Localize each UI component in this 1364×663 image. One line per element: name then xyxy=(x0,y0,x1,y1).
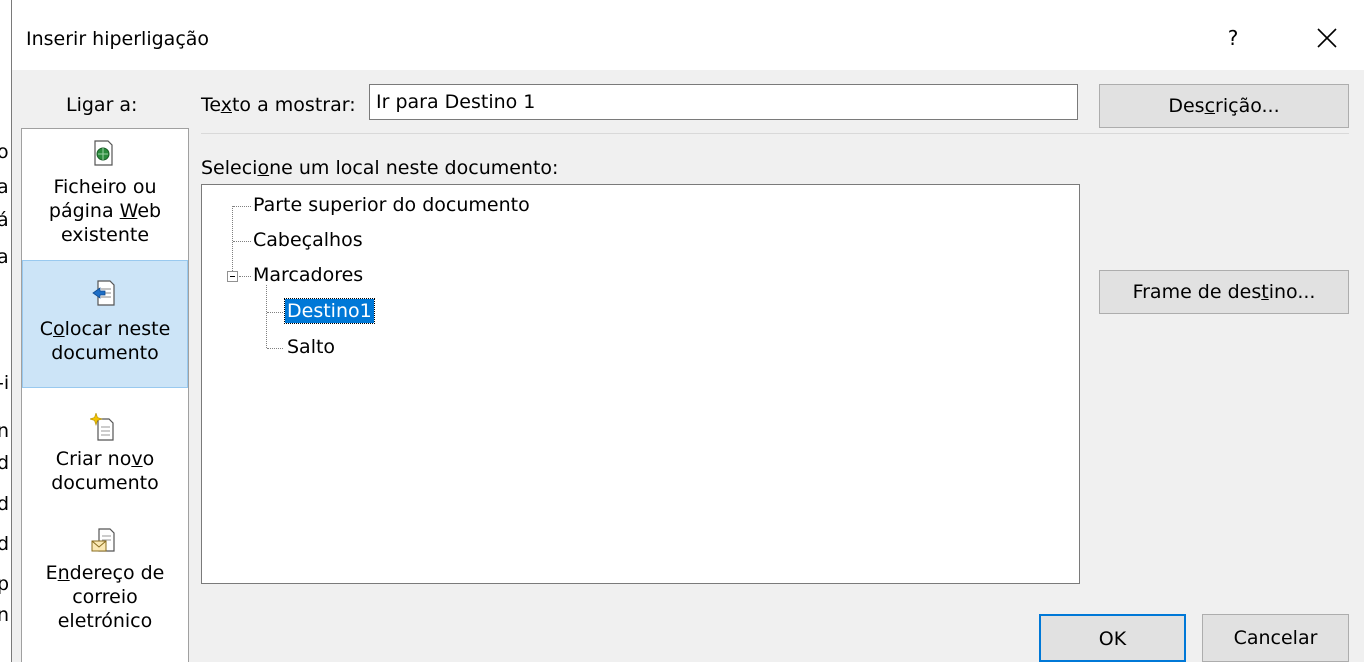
target-frame-button[interactable]: Frame de destino... xyxy=(1099,270,1349,314)
tree-item-bookmark-salto[interactable]: Salto xyxy=(287,335,335,359)
separator-line xyxy=(201,133,1349,134)
background-text: o xyxy=(0,141,9,163)
screentip-description-button[interactable]: Descrição... xyxy=(1099,84,1349,128)
text-to-display-input[interactable]: Ir para Destino 1 xyxy=(369,84,1078,120)
background-text: á xyxy=(0,209,9,231)
nav-place-in-this-document[interactable]: Colocar neste documento xyxy=(22,260,188,388)
background-text: n xyxy=(0,420,10,442)
place-in-document-icon xyxy=(92,280,115,306)
tree-connector xyxy=(267,312,283,313)
nav-label-line: correio xyxy=(72,586,138,608)
tree-item-top-of-document[interactable]: Parte superior do documento xyxy=(253,193,530,217)
background-text: p xyxy=(0,573,10,595)
nav-email-address[interactable]: Endereço de correio eletrónico xyxy=(22,521,188,663)
link-to-label: Ligar a: xyxy=(66,94,138,116)
tree-connector xyxy=(233,241,251,242)
link-to-panel: Ficheiro ou página Web existente Colocar… xyxy=(21,128,189,662)
new-document-icon xyxy=(90,413,114,441)
tree-item-bookmarks[interactable]: Marcadores xyxy=(253,263,363,287)
background-text: n xyxy=(0,604,10,626)
nav-label-line: eletrónico xyxy=(57,610,153,632)
nav-label-line: Ficheiro ou xyxy=(53,176,157,198)
tree-connector xyxy=(267,348,283,349)
background-text: d xyxy=(0,493,10,515)
tree-connector xyxy=(266,285,267,348)
background-text: d xyxy=(0,533,10,555)
nav-label-line: documento xyxy=(51,472,159,494)
title-bar: Inserir hiperligação ? xyxy=(12,0,1364,70)
ok-button[interactable]: OK xyxy=(1039,614,1186,662)
close-button[interactable] xyxy=(1302,18,1352,58)
tree-item-bookmark-destino1[interactable]: Destino1 xyxy=(284,298,375,324)
email-address-icon xyxy=(91,528,115,552)
web-page-icon xyxy=(94,140,113,166)
nav-label-line: documento xyxy=(51,342,159,364)
nav-label-line: existente xyxy=(60,224,150,246)
tree-item-headings[interactable]: Cabeçalhos xyxy=(253,228,363,252)
close-icon xyxy=(1317,28,1337,48)
nav-label-line: Endereço de xyxy=(45,562,165,584)
nav-label-line: Colocar neste xyxy=(39,318,171,340)
background-text: d xyxy=(0,452,10,474)
background-text: a xyxy=(0,246,9,268)
cancel-button[interactable]: Cancelar xyxy=(1202,614,1349,662)
background-text: -i xyxy=(0,372,10,394)
tree-connector xyxy=(239,276,251,277)
dialog-title: Inserir hiperligação xyxy=(26,28,210,50)
background-text: a xyxy=(0,176,9,198)
nav-label-line: Criar novo xyxy=(55,448,155,470)
tree-connector xyxy=(233,206,251,207)
help-button[interactable]: ? xyxy=(1208,18,1258,58)
nav-label-line: página Web xyxy=(48,200,162,222)
collapse-icon[interactable] xyxy=(227,271,238,282)
nav-create-new-document[interactable]: Criar novo documento xyxy=(22,391,188,521)
document-places-tree[interactable]: Parte superior do documento Cabeçalhos M… xyxy=(201,184,1080,584)
insert-hyperlink-dialog: Inserir hiperligação ? Ligar a: Ficheiro… xyxy=(11,0,1364,662)
nav-existing-file-or-web-page[interactable]: Ficheiro ou página Web existente xyxy=(22,129,188,259)
text-to-display-label: Texto a mostrar: xyxy=(201,94,356,116)
select-place-label: Selecione um local neste documento: xyxy=(201,157,559,179)
